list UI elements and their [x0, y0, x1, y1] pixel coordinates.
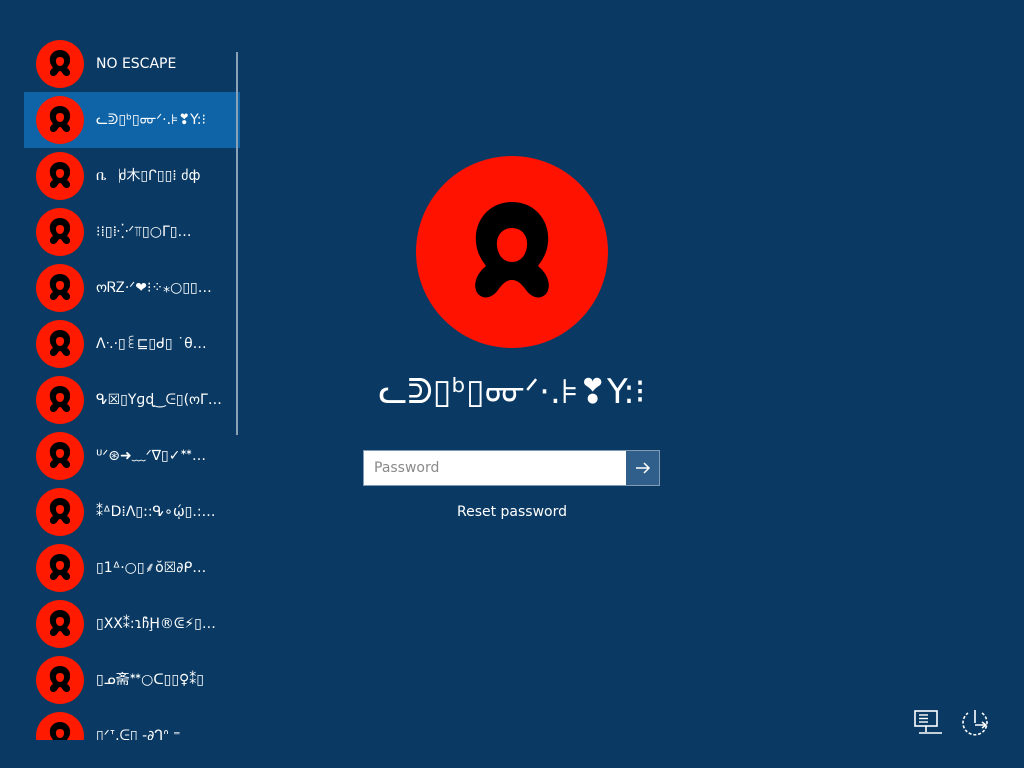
user-avatar-icon	[36, 96, 84, 144]
user-list-item[interactable]: ቤ⎹ძ木▯ᒋ▯▯⁞ ძф	[24, 148, 240, 204]
user-list-item[interactable]: ▯ᐟᐪ.ᕮ▯ -∂ᒉᐢ ⁼	[24, 708, 240, 740]
user-name: ᓑᐟ⊛➜﹏ᐟ∇▯✓ᕯ…	[96, 448, 207, 464]
user-avatar-icon	[36, 488, 84, 536]
power-icon[interactable]	[958, 706, 992, 740]
submit-button[interactable]	[626, 451, 659, 485]
user-name: ▯XX⁑:ɿჩ̀Ḩ®ᕳ⚡▯…	[96, 616, 216, 632]
password-box	[363, 450, 660, 486]
user-avatar-icon	[36, 320, 84, 368]
user-name: ᕴ☒▯Yɡɖ‿ᕮ▯(ოᒥ…	[96, 392, 222, 408]
current-user-avatar	[416, 156, 608, 348]
password-input[interactable]	[364, 451, 626, 485]
user-name: ოᏒᏃ·ᐟ❤⁝⁘⁎○▯▯…	[96, 280, 212, 296]
user-name: NO ESCAPE	[96, 56, 177, 72]
user-list-item[interactable]: ᓑᐟ⊛➜﹏ᐟ∇▯✓ᕯ…	[24, 428, 240, 484]
user-list-item[interactable]: ▯1ᐞ·○▯⸙ŏ☒∂ᑭ…	[24, 540, 240, 596]
user-avatar-icon	[36, 712, 84, 740]
user-avatar-icon	[36, 656, 84, 704]
user-name: ቤ⎹ძ木▯ᒋ▯▯⁞ ძф	[96, 168, 201, 184]
user-avatar-icon	[36, 600, 84, 648]
user-name: ▯ᐟᐪ.ᕮ▯ -∂ᒉᐢ ⁼	[96, 728, 181, 740]
user-avatar-icon	[36, 544, 84, 592]
current-user-name: ᓚᕲ▯ᵇ▯ᡂᐟ·.⊧❣Y:⁝	[378, 372, 646, 412]
user-list-item[interactable]: ▯XX⁑:ɿჩ̀Ḩ®ᕳ⚡▯…	[24, 596, 240, 652]
reset-password-link[interactable]: Reset password	[412, 500, 612, 524]
user-name: ⁑ᐞD⁞ᐱ▯::ᕴ∘ῴ▯.:…	[96, 504, 216, 520]
user-list-item[interactable]: ⁑ᐞD⁞ᐱ▯::ᕴ∘ῴ▯.:…	[24, 484, 240, 540]
user-avatar-icon	[36, 376, 84, 424]
user-avatar-icon	[36, 432, 84, 480]
user-avatar-icon	[36, 208, 84, 256]
user-list-item[interactable]: ᐱᐧ.·▯꒲⊑▯ᑯ▯ ˙θ…	[24, 316, 240, 372]
user-name: ᓚᕲ▯ᵇ▯ᡂᐟ·.⊧❣Y:⁝	[96, 112, 206, 128]
arrow-right-icon	[635, 462, 650, 474]
network-icon[interactable]	[911, 706, 945, 740]
user-list-item[interactable]: ოᏒᏃ·ᐟ❤⁝⁘⁎○▯▯…	[24, 260, 240, 316]
user-name: ▯ᓄ斋ᕯ○ᑕ▯▯♀⁑▯	[96, 672, 204, 688]
user-avatar-icon	[36, 40, 84, 88]
user-silhouette-icon	[475, 202, 549, 298]
user-list-item[interactable]: ⁝⁞▯⁞⁛ᐟ⫪▯○ᒥ▯…	[24, 204, 240, 260]
user-name: ▯1ᐞ·○▯⸙ŏ☒∂ᑭ…	[96, 560, 207, 576]
user-list-item[interactable]: ᓚᕲ▯ᵇ▯ᡂᐟ·.⊧❣Y:⁝	[24, 92, 240, 148]
user-list-item[interactable]: ▯ᓄ斋ᕯ○ᑕ▯▯♀⁑▯	[24, 652, 240, 708]
user-avatar-icon	[36, 152, 84, 200]
user-name: ᐱᐧ.·▯꒲⊑▯ᑯ▯ ˙θ…	[96, 336, 207, 352]
user-list-item[interactable]: ᕴ☒▯Yɡɖ‿ᕮ▯(ოᒥ…	[24, 372, 240, 428]
user-name: ⁝⁞▯⁞⁛ᐟ⫪▯○ᒥ▯…	[96, 224, 192, 240]
user-avatar-icon	[36, 264, 84, 312]
user-list-item[interactable]: NO ESCAPE	[24, 36, 240, 92]
user-list: NO ESCAPE ᓚᕲ▯ᵇ▯ᡂᐟ·.⊧❣Y:⁝ ቤ⎹ძ木▯ᒋ▯▯⁞ ძф ⁝⁞▯⁞⁛…	[24, 36, 240, 740]
lock-screen: NO ESCAPE ᓚᕲ▯ᵇ▯ᡂᐟ·.⊧❣Y:⁝ ቤ⎹ძ木▯ᒋ▯▯⁞ ძф ⁝⁞▯⁞⁛…	[0, 0, 1024, 768]
user-list-scrollbar[interactable]	[236, 52, 238, 435]
